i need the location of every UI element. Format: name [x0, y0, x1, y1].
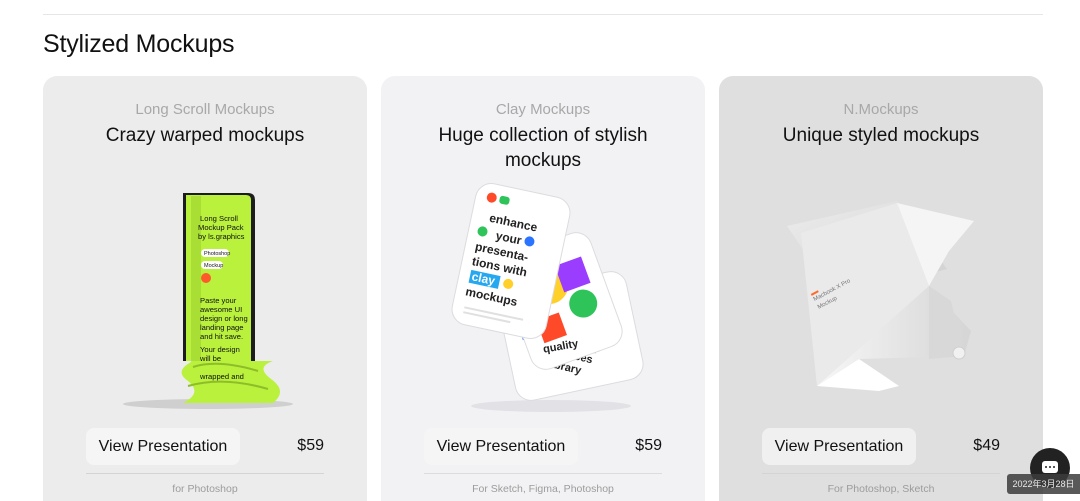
- product-card-n-mockups[interactable]: N.Mockups Unique styled mockups Macbook …: [719, 76, 1043, 501]
- card-headline: Huge collection of stylish mockups: [438, 125, 648, 171]
- card-headline: Crazy warped mockups: [105, 125, 305, 146]
- clay-phones-mockup-image: grab huge stylized mockup devices librar…: [451, 183, 644, 412]
- price: $59: [635, 437, 662, 454]
- screen-line: Mockup: [204, 263, 223, 269]
- screen-line: wrapped and: [199, 372, 244, 381]
- card-divider: [86, 473, 324, 474]
- supported-tools: For Photoshop, Sketch: [827, 483, 935, 495]
- screen-line: Your design: [200, 345, 240, 354]
- view-presentation-button[interactable]: View Presentation: [762, 428, 916, 465]
- supported-tools: for Photoshop: [172, 483, 238, 495]
- top-divider: [43, 14, 1043, 15]
- view-presentation-button[interactable]: View Presentation: [86, 428, 240, 465]
- card-headline: Unique styled mockups: [782, 125, 980, 146]
- date-overlay: 2022年3月28日: [1007, 474, 1080, 494]
- supported-tools: For Sketch, Figma, Photoshop: [472, 483, 614, 495]
- card-subtitle: Clay Mockups: [495, 101, 591, 118]
- view-presentation-button[interactable]: View Presentation: [424, 428, 578, 465]
- price: $49: [973, 437, 1000, 454]
- phone-mockup-image: Long Scroll Mockup Pack by ls.graphics P…: [123, 193, 293, 409]
- card-divider: [424, 473, 662, 474]
- card-divider: [762, 473, 1000, 474]
- screen-line: awesome UI: [200, 305, 242, 314]
- screen-line: design or long: [200, 314, 248, 323]
- chat-bubble-icon: [1042, 461, 1058, 473]
- laptop-mockup-image: Macbook X Pro Mockup: [787, 201, 974, 391]
- screen-line: by ls.graphics: [198, 232, 245, 241]
- screen-line: Photoshop: [204, 251, 230, 257]
- screen-line: Paste your: [200, 296, 237, 305]
- card-subtitle: N.Mockups: [843, 101, 919, 118]
- screen-line: and hit save.: [200, 332, 243, 341]
- screen-line: Mockup Pack: [198, 223, 244, 232]
- product-card-long-scroll[interactable]: Long Scroll Mockups Crazy warped mockups…: [43, 76, 367, 501]
- card-subtitle: Long Scroll Mockups: [135, 101, 275, 118]
- screen-line: landing page: [200, 323, 244, 332]
- section-title: Stylized Mockups: [43, 30, 235, 58]
- screen-line: Long Scroll: [200, 214, 238, 223]
- product-card-clay[interactable]: Clay Mockups Huge collection of stylish …: [381, 76, 705, 501]
- price: $59: [297, 437, 324, 454]
